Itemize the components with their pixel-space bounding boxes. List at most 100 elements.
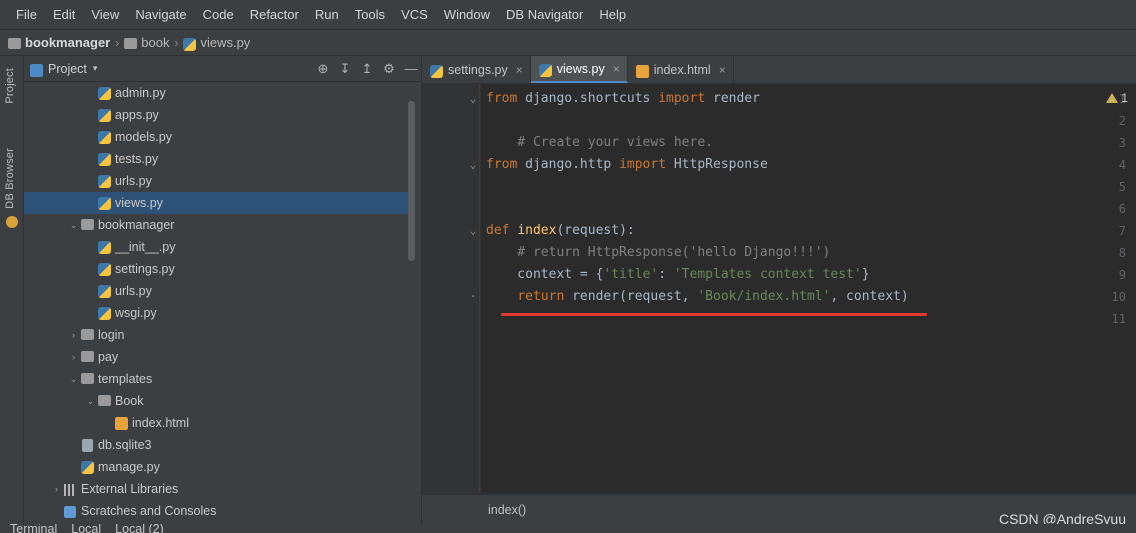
- menu-bar: File Edit View Navigate Code Refactor Ru…: [0, 0, 1136, 30]
- tree-row[interactable]: urls.py: [24, 170, 415, 192]
- code-token: from: [486, 157, 518, 172]
- code-token: 'Templates context test': [673, 267, 862, 282]
- fold-marker[interactable]: ·: [468, 290, 478, 303]
- project-panel-title: Project: [48, 61, 87, 76]
- tree-row[interactable]: › External Libraries: [24, 478, 415, 500]
- tree-row[interactable]: models.py: [24, 126, 415, 148]
- database-icon: [6, 216, 18, 228]
- code-line[interactable]: from django.http import HttpResponse: [486, 154, 768, 176]
- code-line[interactable]: # Create your views here.: [486, 132, 713, 154]
- code-token: context = {: [486, 267, 604, 282]
- chevron-right-icon[interactable]: ›: [68, 330, 79, 340]
- chevron-down-icon[interactable]: ▾: [93, 63, 98, 74]
- chevron-right-icon[interactable]: ›: [68, 352, 79, 362]
- project-tree-scrollbar[interactable]: [408, 101, 415, 261]
- tree-row[interactable]: › login: [24, 324, 415, 346]
- status-breadcrumb[interactable]: index(): [488, 503, 526, 517]
- tree-row[interactable]: ⌄ bookmanager: [24, 214, 415, 236]
- menu-edit[interactable]: Edit: [45, 4, 83, 25]
- code-line[interactable]: def index(request):: [486, 220, 635, 242]
- menu-window[interactable]: Window: [436, 4, 498, 25]
- tree-row[interactable]: manage.py: [24, 456, 415, 478]
- menu-view[interactable]: View: [83, 4, 127, 25]
- menu-file[interactable]: File: [8, 4, 45, 25]
- code-token: django.http: [517, 157, 620, 172]
- menu-refactor[interactable]: Refactor: [242, 4, 307, 25]
- code-token: 'Book/index.html': [697, 289, 831, 304]
- menu-navigate[interactable]: Navigate: [127, 4, 194, 25]
- folder-icon: [124, 38, 138, 49]
- close-icon[interactable]: ×: [613, 62, 620, 76]
- collapse-all-icon[interactable]: ↥: [356, 58, 378, 80]
- tree-row[interactable]: settings.py: [24, 258, 415, 280]
- chevron-down-icon[interactable]: ⌄: [68, 220, 79, 231]
- tree-row[interactable]: Scratches and Consoles: [24, 500, 415, 522]
- close-icon[interactable]: ×: [719, 63, 726, 77]
- red-underline-highlight: [501, 313, 927, 316]
- bottom-tab-local[interactable]: Local: [71, 524, 101, 533]
- tree-row[interactable]: wsgi.py: [24, 302, 415, 324]
- tree-row[interactable]: ⌄ templates: [24, 368, 415, 390]
- tree-row-label: manage.py: [98, 460, 160, 474]
- chevron-right-icon[interactable]: ›: [51, 484, 62, 494]
- code-line[interactable]: from django.shortcuts import render: [486, 88, 760, 110]
- menu-tools[interactable]: Tools: [347, 4, 393, 25]
- editor-tab-label: settings.py: [448, 62, 508, 77]
- sidebar-tab-db-browser[interactable]: DB Browser: [2, 144, 22, 213]
- python-file-icon: [96, 173, 112, 189]
- code-token: from: [486, 91, 518, 106]
- tree-row[interactable]: › pay: [24, 346, 415, 368]
- bottom-tab-terminal[interactable]: Terminal: [10, 524, 57, 533]
- settings-gear-icon[interactable]: ⚙: [378, 58, 400, 80]
- tree-row[interactable]: __init__.py: [24, 236, 415, 258]
- tree-row[interactable]: ⌄ Book: [24, 390, 415, 412]
- fold-marker[interactable]: ⌄: [468, 158, 478, 171]
- pycharm-window: File Edit View Navigate Code Refactor Ru…: [0, 0, 1136, 533]
- code-line[interactable]: # return HttpResponse('hello Django!!!'): [486, 242, 830, 264]
- code-token: 'title': [603, 267, 659, 282]
- tree-row-label: __init__.py: [115, 240, 176, 254]
- tree-row-label: External Libraries: [81, 482, 179, 496]
- menu-help[interactable]: Help: [591, 4, 634, 25]
- project-tree[interactable]: admin.py apps.py models.py tests.py urls.py v…: [24, 82, 415, 533]
- menu-db-navigator[interactable]: DB Navigator: [498, 4, 591, 25]
- close-icon[interactable]: ×: [516, 63, 523, 77]
- code-editor[interactable]: 1 2 3 4 5 6 7 8 9 10 11 ⌄ ⌄ ⌄ · from django.shortcuts…: [422, 84, 1136, 494]
- tree-row[interactable]: db.sqlite3: [24, 434, 415, 456]
- code-token: :: [658, 267, 674, 282]
- tree-row[interactable]: urls.py: [24, 280, 415, 302]
- locate-icon[interactable]: ⊕: [312, 58, 334, 80]
- breadcrumb-item-book[interactable]: book: [124, 35, 169, 50]
- python-file-icon: [96, 151, 112, 167]
- breadcrumb-item-project[interactable]: bookmanager: [8, 35, 110, 50]
- tree-row[interactable]: tests.py: [24, 148, 415, 170]
- code-line[interactable]: return render(request, 'Book/index.html'…: [486, 286, 908, 308]
- code-line[interactable]: context = {'title': 'Templates context t…: [486, 264, 870, 286]
- expand-all-icon[interactable]: ↧: [334, 58, 356, 80]
- sidebar-tab-project[interactable]: Project: [2, 64, 22, 108]
- tree-row[interactable]: views.py: [24, 192, 415, 214]
- editor-tab[interactable]: settings.py ×: [422, 56, 531, 83]
- menu-vcs[interactable]: VCS: [393, 4, 436, 25]
- editor-tab[interactable]: index.html ×: [628, 56, 734, 83]
- tree-row[interactable]: index.html: [24, 412, 415, 434]
- chevron-down-icon[interactable]: ⌄: [68, 374, 79, 385]
- fold-marker[interactable]: ⌄: [468, 224, 478, 237]
- inspection-warning-badge[interactable]: 1: [1106, 91, 1128, 105]
- editor-gutter[interactable]: [422, 84, 480, 494]
- code-content[interactable]: from django.shortcuts import render # Cr…: [480, 84, 1136, 494]
- fold-marker[interactable]: ⌄: [468, 92, 478, 105]
- breadcrumb-label-project: bookmanager: [25, 35, 111, 50]
- bottom-tab-local-2[interactable]: Local (2): [115, 524, 164, 533]
- folder-icon: [79, 218, 95, 232]
- tree-row[interactable]: admin.py: [24, 82, 415, 104]
- menu-code[interactable]: Code: [195, 4, 242, 25]
- chevron-down-icon[interactable]: ⌄: [85, 396, 96, 407]
- hide-panel-icon[interactable]: —: [400, 58, 422, 80]
- breadcrumb-item-file[interactable]: views.py: [183, 35, 250, 51]
- editor-tab[interactable]: views.py ×: [530, 56, 628, 83]
- code-token: }: [861, 267, 870, 282]
- tree-row[interactable]: apps.py: [24, 104, 415, 126]
- menu-run[interactable]: Run: [307, 4, 347, 25]
